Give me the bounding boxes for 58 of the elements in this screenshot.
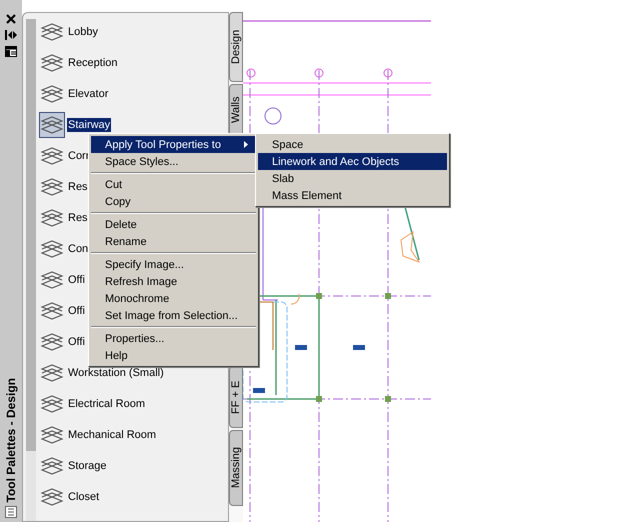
submenu-item[interactable]: Space (258, 136, 447, 153)
stacked-plates-icon (40, 454, 64, 476)
menu-item[interactable]: Apply Tool Properties to (91, 136, 256, 153)
palette-tool[interactable]: Mechanical Room (67, 428, 158, 442)
palette-tool[interactable]: Closet (67, 490, 100, 504)
palette-tool[interactable]: Corr (67, 148, 90, 162)
stacked-plates-icon (40, 20, 64, 42)
scrollbar-thumb[interactable] (26, 19, 36, 451)
palette-title: Tool Palettes - Design (4, 376, 18, 504)
palette-tool[interactable]: Elevator (67, 86, 110, 100)
menu-item[interactable]: Rename (91, 233, 256, 250)
stacked-plates-icon (40, 330, 64, 352)
stacked-plates-icon (40, 362, 64, 384)
menu-item[interactable]: Help (91, 347, 256, 364)
palette-tool[interactable]: Offi (67, 304, 86, 318)
menu-item[interactable]: Specify Image... (91, 256, 256, 273)
properties-icon[interactable] (5, 46, 17, 57)
stacked-plates-icon (40, 52, 64, 74)
submenu-item[interactable]: Linework and Aec Objects (258, 153, 447, 170)
stacked-plates-icon (40, 176, 64, 198)
menu-item[interactable]: Cut (91, 176, 256, 193)
stacked-plates-icon (40, 82, 64, 104)
palette-tool[interactable]: Reception (67, 56, 119, 70)
stacked-plates-icon (40, 486, 64, 508)
palette-tool[interactable]: Res (67, 210, 89, 224)
palette-tool[interactable]: Con (67, 242, 90, 256)
stacked-plates-icon (40, 238, 64, 260)
palette-tool[interactable]: Electrical Room (67, 396, 146, 410)
menu-item[interactable]: Copy (91, 193, 256, 210)
palette-tab[interactable]: Design (229, 12, 243, 82)
palette-tool[interactable]: Res (67, 180, 89, 194)
palette-tab[interactable]: Massing (229, 430, 243, 506)
stacked-plates-icon (40, 144, 64, 166)
submenu-item[interactable]: Mass Element (258, 187, 447, 204)
palette-tool[interactable]: Offi (67, 334, 86, 348)
menu-item[interactable]: Delete (91, 216, 256, 233)
stacked-plates-icon (40, 300, 64, 322)
stacked-plates-icon (40, 268, 64, 290)
palette-tab[interactable]: FF + E (229, 366, 243, 428)
palette-tool[interactable]: Workstation (Small) (67, 366, 165, 380)
menu-item[interactable]: Properties... (91, 330, 256, 347)
stacked-plates-icon (40, 424, 64, 446)
stacked-plates-icon (40, 392, 64, 414)
submenu-item[interactable]: Slab (258, 170, 447, 187)
palette-tool[interactable]: Offi (67, 272, 86, 286)
menu-item[interactable]: Monochrome (91, 290, 256, 307)
palette-menu-icon[interactable] (5, 506, 17, 518)
palette-tab[interactable]: Walls (229, 84, 243, 136)
close-icon[interactable] (6, 14, 16, 24)
menu-item[interactable]: Refresh Image (91, 273, 256, 290)
stacked-plates-icon (40, 114, 64, 136)
menu-item[interactable]: Space Styles... (91, 153, 256, 170)
palette-tool[interactable]: Lobby (67, 24, 99, 38)
menu-item[interactable]: Set Image from Selection... (91, 307, 256, 324)
palette-tool[interactable]: Storage (67, 458, 108, 472)
collapse-arrows-icon[interactable] (5, 30, 17, 40)
palette-tool[interactable]: Stairway (67, 118, 112, 132)
stacked-plates-icon (40, 206, 64, 228)
